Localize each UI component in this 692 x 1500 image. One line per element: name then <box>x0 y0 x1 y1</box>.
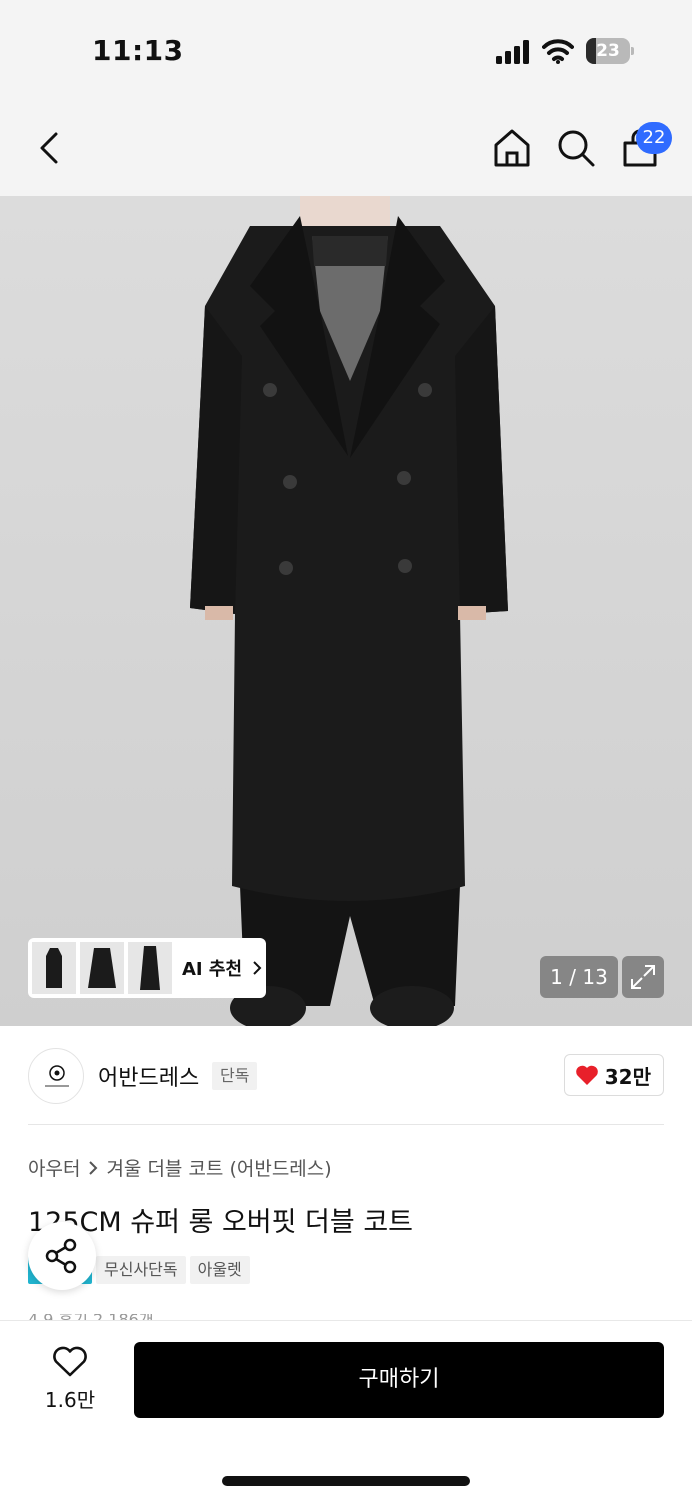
battery-level: 23 <box>596 41 620 61</box>
search-icon[interactable] <box>554 126 598 170</box>
brand-row[interactable]: 어반드레스 단독 32만 <box>28 1048 664 1104</box>
wishlist-button[interactable]: 1.6만 <box>28 1340 112 1420</box>
buy-button[interactable]: 구매하기 <box>134 1342 664 1418</box>
ai-thumbnail <box>80 942 124 994</box>
image-page-indicator: 1 / 13 <box>540 956 618 998</box>
home-icon[interactable] <box>490 126 534 170</box>
cellular-signal-icon <box>496 40 529 64</box>
status-bar: 11:13 23 <box>0 0 692 100</box>
breadcrumb-category[interactable]: 아우터 <box>28 1154 80 1181</box>
exclusive-tag: 단독 <box>212 1062 258 1090</box>
brand-logo[interactable] <box>28 1048 84 1104</box>
share-icon <box>45 1238 77 1274</box>
heart-outline-icon <box>53 1346 87 1377</box>
product-image[interactable] <box>0 196 692 1026</box>
divider <box>28 1124 664 1125</box>
ai-recommend-label: AI 추천 <box>182 959 243 980</box>
brand-like-count: 32만 <box>604 1064 651 1089</box>
top-navigation <box>0 100 692 196</box>
product-tag: 무신사단독 <box>96 1256 186 1284</box>
back-icon[interactable] <box>28 126 72 170</box>
coat-photo <box>190 196 508 1026</box>
cart-count-badge: 22 <box>636 122 672 154</box>
expand-icon <box>631 965 655 989</box>
product-tag: 아울렛 <box>189 1256 250 1284</box>
brand-name[interactable]: 어반드레스 <box>98 1060 199 1092</box>
breadcrumb: 아우터 겨울 더블 코트 (어반드레스) <box>28 1154 332 1181</box>
ai-recommendation-button[interactable]: AI 추천 <box>28 938 266 998</box>
wifi-icon <box>542 39 574 64</box>
ai-thumbnail <box>32 942 76 994</box>
chevron-right-icon <box>253 961 262 975</box>
heart-filled-icon <box>575 1065 598 1085</box>
chevron-right-icon <box>89 1160 98 1175</box>
breadcrumb-subcategory[interactable]: 겨울 더블 코트 (어반드레스) <box>106 1154 331 1181</box>
home-indicator[interactable] <box>222 1476 470 1486</box>
expand-image-button[interactable] <box>622 956 664 998</box>
share-button[interactable] <box>28 1222 96 1290</box>
brand-like-button[interactable]: 32만 <box>563 1054 664 1096</box>
wishlist-count: 1.6만 <box>44 1388 96 1412</box>
battery-indicator: 23 <box>586 38 634 64</box>
status-time: 11:13 <box>92 34 184 67</box>
ai-thumbnail <box>128 942 172 994</box>
